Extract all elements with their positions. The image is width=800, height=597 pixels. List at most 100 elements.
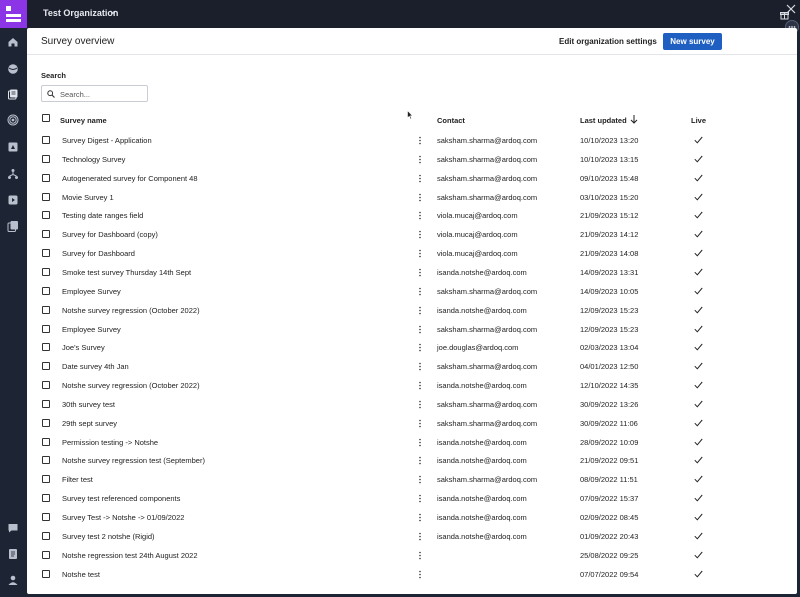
survey-name[interactable]: Testing date ranges field	[62, 211, 143, 220]
broadcast-icon[interactable]	[7, 114, 19, 126]
survey-name[interactable]: Autogenerated survey for Component 48	[62, 174, 198, 183]
search-input[interactable]	[60, 88, 145, 100]
row-checkbox[interactable]	[42, 475, 50, 484]
logo[interactable]	[0, 0, 27, 28]
row-options-icon[interactable]	[418, 475, 422, 484]
column-header-live[interactable]: Live	[691, 116, 706, 125]
table-row[interactable]: Notshe survey regression (October 2022) i…	[27, 376, 797, 395]
table-row[interactable]: Survey Test -> Notshe -> 01/09/2022 isand…	[27, 508, 797, 527]
table-row[interactable]: 30th survey test saksham.sharma@ardoq.com…	[27, 395, 797, 414]
edit-organization-settings-button[interactable]: Edit organization settings	[555, 33, 661, 50]
row-options-icon[interactable]	[418, 343, 422, 352]
table-row[interactable]: Survey Digest - Application saksham.sharm…	[27, 131, 797, 150]
row-options-icon[interactable]	[418, 456, 422, 465]
row-options-icon[interactable]	[418, 136, 422, 145]
row-checkbox[interactable]	[42, 192, 50, 201]
row-checkbox[interactable]	[42, 343, 50, 352]
survey-name[interactable]: Technology Survey	[62, 155, 125, 164]
hierarchy-icon[interactable]	[7, 168, 19, 180]
row-options-icon[interactable]	[418, 513, 422, 522]
row-options-icon[interactable]	[418, 306, 422, 315]
row-checkbox[interactable]	[42, 136, 50, 144]
row-options-icon[interactable]	[418, 362, 422, 371]
docs-icon[interactable]	[7, 220, 19, 232]
play-icon[interactable]	[7, 194, 19, 206]
table-row[interactable]: Notshe regression test 24th August 2022 2…	[27, 546, 797, 565]
row-checkbox[interactable]	[42, 569, 50, 578]
row-options-icon[interactable]	[418, 211, 422, 220]
table-row[interactable]: Survey for Dashboard viola.mucaj@ardoq.co…	[27, 244, 797, 263]
row-checkbox[interactable]	[42, 249, 50, 258]
row-checkbox[interactable]	[42, 362, 50, 371]
row-checkbox[interactable]	[42, 305, 50, 314]
row-checkbox[interactable]	[42, 437, 50, 446]
row-options-icon[interactable]	[418, 494, 422, 503]
survey-name[interactable]: Survey test 2 notshe (Rigid)	[62, 532, 155, 541]
survey-name[interactable]: Employee Survey	[62, 287, 121, 296]
table-row[interactable]: Notshe survey regression (October 2022) i…	[27, 301, 797, 320]
row-checkbox[interactable]	[42, 154, 50, 163]
table-row[interactable]: Employee Survey saksham.sharma@ardoq.com 1…	[27, 282, 797, 301]
row-checkbox[interactable]	[42, 418, 50, 427]
table-row[interactable]: Survey for Dashboard (copy) viola.mucaj@a…	[27, 225, 797, 244]
survey-name[interactable]: Survey for Dashboard (copy)	[62, 230, 158, 239]
organization-name[interactable]: Test Organization	[43, 8, 118, 18]
row-checkbox[interactable]	[42, 456, 50, 465]
survey-name[interactable]: Smoke test survey Thursday 14th Sept	[62, 268, 191, 277]
home-icon[interactable]	[7, 36, 19, 48]
gift-icon[interactable]	[780, 10, 789, 20]
survey-icon[interactable]	[7, 88, 19, 100]
document-icon[interactable]	[7, 548, 19, 560]
row-options-icon[interactable]	[418, 287, 422, 296]
survey-name[interactable]: Date survey 4th Jan	[62, 362, 129, 371]
row-options-icon[interactable]	[418, 249, 422, 258]
row-options-icon[interactable]	[418, 268, 422, 277]
row-checkbox[interactable]	[42, 173, 50, 182]
table-row[interactable]: Technology Survey saksham.sharma@ardoq.co…	[27, 150, 797, 169]
table-row[interactable]: 29th sept survey saksham.sharma@ardoq.com…	[27, 414, 797, 433]
sort-descending-icon[interactable]	[630, 114, 638, 124]
row-checkbox[interactable]	[42, 211, 50, 220]
row-options-icon[interactable]	[418, 155, 422, 164]
row-checkbox[interactable]	[42, 550, 50, 559]
select-all-checkbox[interactable]	[42, 114, 50, 122]
presentation-icon[interactable]	[7, 141, 19, 153]
survey-name[interactable]: Filter test	[62, 475, 93, 484]
column-header-survey-name[interactable]: Survey name	[60, 116, 107, 125]
column-header-last-updated[interactable]: Last updated	[580, 116, 627, 125]
row-checkbox[interactable]	[42, 267, 50, 276]
table-row[interactable]: Movie Survey 1 saksham.sharma@ardoq.com 03…	[27, 188, 797, 207]
table-row[interactable]: Testing date ranges field viola.mucaj@ard…	[27, 206, 797, 225]
row-checkbox[interactable]	[42, 230, 50, 239]
table-row[interactable]: Survey test 2 notshe (Rigid) isanda.notsh…	[27, 527, 797, 546]
row-options-icon[interactable]	[418, 174, 422, 183]
survey-name[interactable]: 30th survey test	[62, 400, 115, 409]
survey-name[interactable]: Survey Digest - Application	[62, 136, 152, 145]
table-row[interactable]: Notshe survey regression test (September…	[27, 451, 797, 470]
user-icon[interactable]	[7, 574, 19, 586]
row-options-icon[interactable]	[418, 438, 422, 447]
survey-name[interactable]: Notshe survey regression test (September…	[62, 456, 205, 465]
chat-icon[interactable]	[7, 522, 19, 534]
survey-name[interactable]: Employee Survey	[62, 325, 121, 334]
row-checkbox[interactable]	[42, 513, 50, 521]
table-row[interactable]: Joe's Survey joe.douglas@ardoq.com 02/03/2…	[27, 338, 797, 357]
row-options-icon[interactable]	[418, 419, 422, 428]
table-row[interactable]: Permission testing -> Notshe isanda.notsh…	[27, 433, 797, 452]
search-box[interactable]	[41, 85, 148, 102]
row-options-icon[interactable]	[418, 551, 422, 560]
column-header-contact[interactable]: Contact	[437, 116, 465, 125]
row-options-icon[interactable]	[418, 381, 422, 390]
chevron-down-icon[interactable]	[110, 9, 116, 15]
survey-name[interactable]: Notshe survey regression (October 2022)	[62, 381, 200, 390]
survey-name[interactable]: Movie Survey 1	[62, 193, 114, 202]
row-options-icon[interactable]	[418, 400, 422, 409]
survey-name[interactable]: Survey test referenced components	[62, 494, 180, 503]
survey-name[interactable]: Survey Test -> Notshe -> 01/09/2022	[62, 513, 184, 522]
survey-name[interactable]: Permission testing -> Notshe	[62, 438, 158, 447]
survey-name[interactable]: Survey for Dashboard	[62, 249, 135, 258]
row-options-icon[interactable]	[418, 193, 422, 202]
survey-name[interactable]: 29th sept survey	[62, 419, 117, 428]
row-options-icon[interactable]	[418, 570, 422, 579]
new-survey-button[interactable]: New survey	[663, 33, 722, 50]
